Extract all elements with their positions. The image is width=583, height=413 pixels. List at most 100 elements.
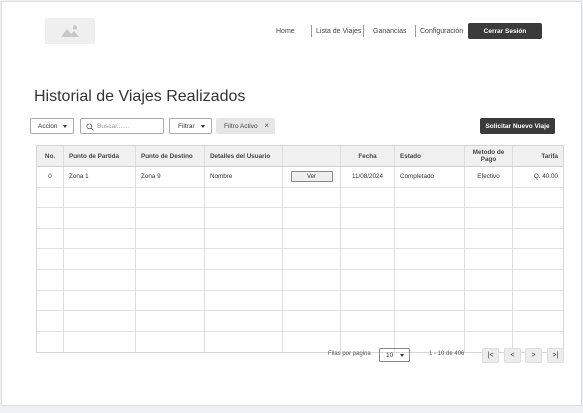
first-page-button[interactable]: |< [482, 348, 499, 363]
nav-earnings[interactable]: Ganancias [373, 28, 406, 35]
nav-separator-2 [363, 24, 364, 38]
table-cell-empty [64, 187, 136, 208]
action-dropdown-label: Accion [38, 122, 58, 130]
nav-separator-1 [311, 24, 312, 38]
table-cell-empty [136, 331, 205, 353]
rows-per-page-label: Filas por pagina [328, 351, 371, 357]
table-cell-empty [64, 290, 136, 311]
active-filter-chip: Filtro Activo × [216, 118, 275, 134]
table-cell-empty [283, 187, 341, 208]
chevron-down-icon [400, 354, 404, 357]
rows-per-page-select[interactable]: 10 [379, 348, 410, 362]
table-cell-empty [513, 270, 563, 290]
close-icon[interactable]: × [264, 121, 269, 130]
cell-fare: Q. 40.00 [533, 173, 558, 181]
view-details-button[interactable]: Ver [290, 171, 333, 183]
next-page-button[interactable]: > [525, 348, 542, 363]
search-icon [86, 123, 94, 131]
rows-per-page-value: 10 [386, 351, 394, 359]
table-row: 0 Zona 1 Zona 9 Nombre Ver 11/08/2024 Co… [37, 167, 563, 188]
filter-dropdown[interactable]: Filtrar [169, 118, 212, 134]
table-cell-empty [465, 249, 513, 269]
table-cell-empty [465, 228, 513, 249]
table-cell-empty [37, 208, 64, 228]
table-cell-empty [395, 311, 465, 331]
header-user: Detalles del Usuario [205, 146, 283, 166]
table-cell-empty [465, 208, 513, 228]
table-cell-empty [341, 269, 395, 290]
table-cell-empty [283, 208, 341, 228]
table-cell-empty [205, 187, 283, 208]
app-frame: Home Lista de Viajes Ganancias Configura… [1, 1, 582, 406]
table-cell-empty [64, 269, 136, 290]
table-cell-empty [513, 229, 563, 249]
nav-trips[interactable]: Lista de Viajes [316, 28, 361, 35]
table-cell-empty [341, 187, 395, 208]
chevron-down-icon [201, 125, 205, 128]
active-filter-label: Filtro Activo [224, 122, 258, 130]
pagination-range: 1 - 10 de 406 [429, 351, 465, 357]
table-row-empty [37, 311, 563, 332]
table-cell-empty [341, 311, 395, 331]
table-cell-empty [283, 331, 341, 353]
cell-destination: Zona 9 [136, 167, 205, 187]
request-new-trip-button[interactable]: Solicitar Nuevo Viaje [480, 118, 555, 134]
table-cell-empty [205, 331, 283, 353]
table-cell-empty [64, 311, 136, 331]
nav-home[interactable]: Home [276, 28, 295, 35]
header-date: Fecha [341, 146, 395, 166]
table-cell-empty [37, 269, 64, 290]
table-cell-empty [465, 269, 513, 290]
table-cell-empty [513, 188, 563, 208]
trips-table: No. Punto de Partida Punto de Destino De… [36, 145, 564, 354]
table-cell-empty [395, 208, 465, 228]
search-input[interactable]: Buscar....... [80, 118, 164, 134]
table-cell-empty [205, 269, 283, 290]
table-cell-empty [395, 249, 465, 269]
table-cell-empty [136, 187, 205, 208]
table-cell-empty [205, 249, 283, 269]
table-cell-empty [283, 290, 341, 311]
table-cell-empty [513, 291, 563, 311]
table-row-empty [37, 290, 563, 312]
action-dropdown[interactable]: Accion [30, 118, 74, 134]
table-cell-empty [37, 331, 64, 353]
table-cell-empty [283, 228, 341, 249]
table-cell-empty [37, 249, 64, 269]
table-cell-empty [395, 187, 465, 208]
table-cell-empty [513, 249, 563, 269]
table-cell-empty [136, 249, 205, 269]
table-cell-empty [513, 208, 563, 228]
table-cell-empty [283, 249, 341, 269]
table-cell-empty [341, 249, 395, 269]
table-row-empty [37, 208, 563, 229]
table-row-empty [37, 269, 563, 291]
page-title: Historial de Viajes Realizados [34, 88, 246, 105]
header-fare: Tarifa [541, 152, 558, 160]
table-row-empty [37, 228, 563, 250]
cell-user: Nombre [205, 167, 283, 187]
header-no: No. [37, 146, 64, 166]
logout-button[interactable]: Cerrar Sesión [468, 23, 542, 39]
cell-no: 0 [37, 167, 64, 187]
table-cell-empty [465, 187, 513, 208]
table-cell-empty [37, 290, 64, 311]
table-cell-empty [513, 311, 563, 331]
prev-page-button[interactable]: < [504, 348, 521, 363]
table-cell-empty [136, 269, 205, 290]
table-cell-empty [37, 187, 64, 208]
table-row-empty [37, 249, 563, 270]
table-cell-empty [64, 208, 136, 228]
table-cell-empty [341, 208, 395, 228]
cell-status: Completado [395, 167, 465, 187]
table-cell-empty [205, 208, 283, 228]
header-origin: Punto de Partida [64, 146, 136, 166]
nav-settings[interactable]: Configuración [420, 28, 463, 35]
cell-action: Ver [283, 167, 341, 187]
cell-origin: Zona 1 [64, 167, 136, 187]
table-cell-empty [136, 290, 205, 311]
header-action [283, 146, 341, 166]
table-cell-empty [283, 269, 341, 290]
filter-dropdown-label: Filtrar [178, 122, 195, 130]
last-page-button[interactable]: >| [547, 348, 564, 363]
